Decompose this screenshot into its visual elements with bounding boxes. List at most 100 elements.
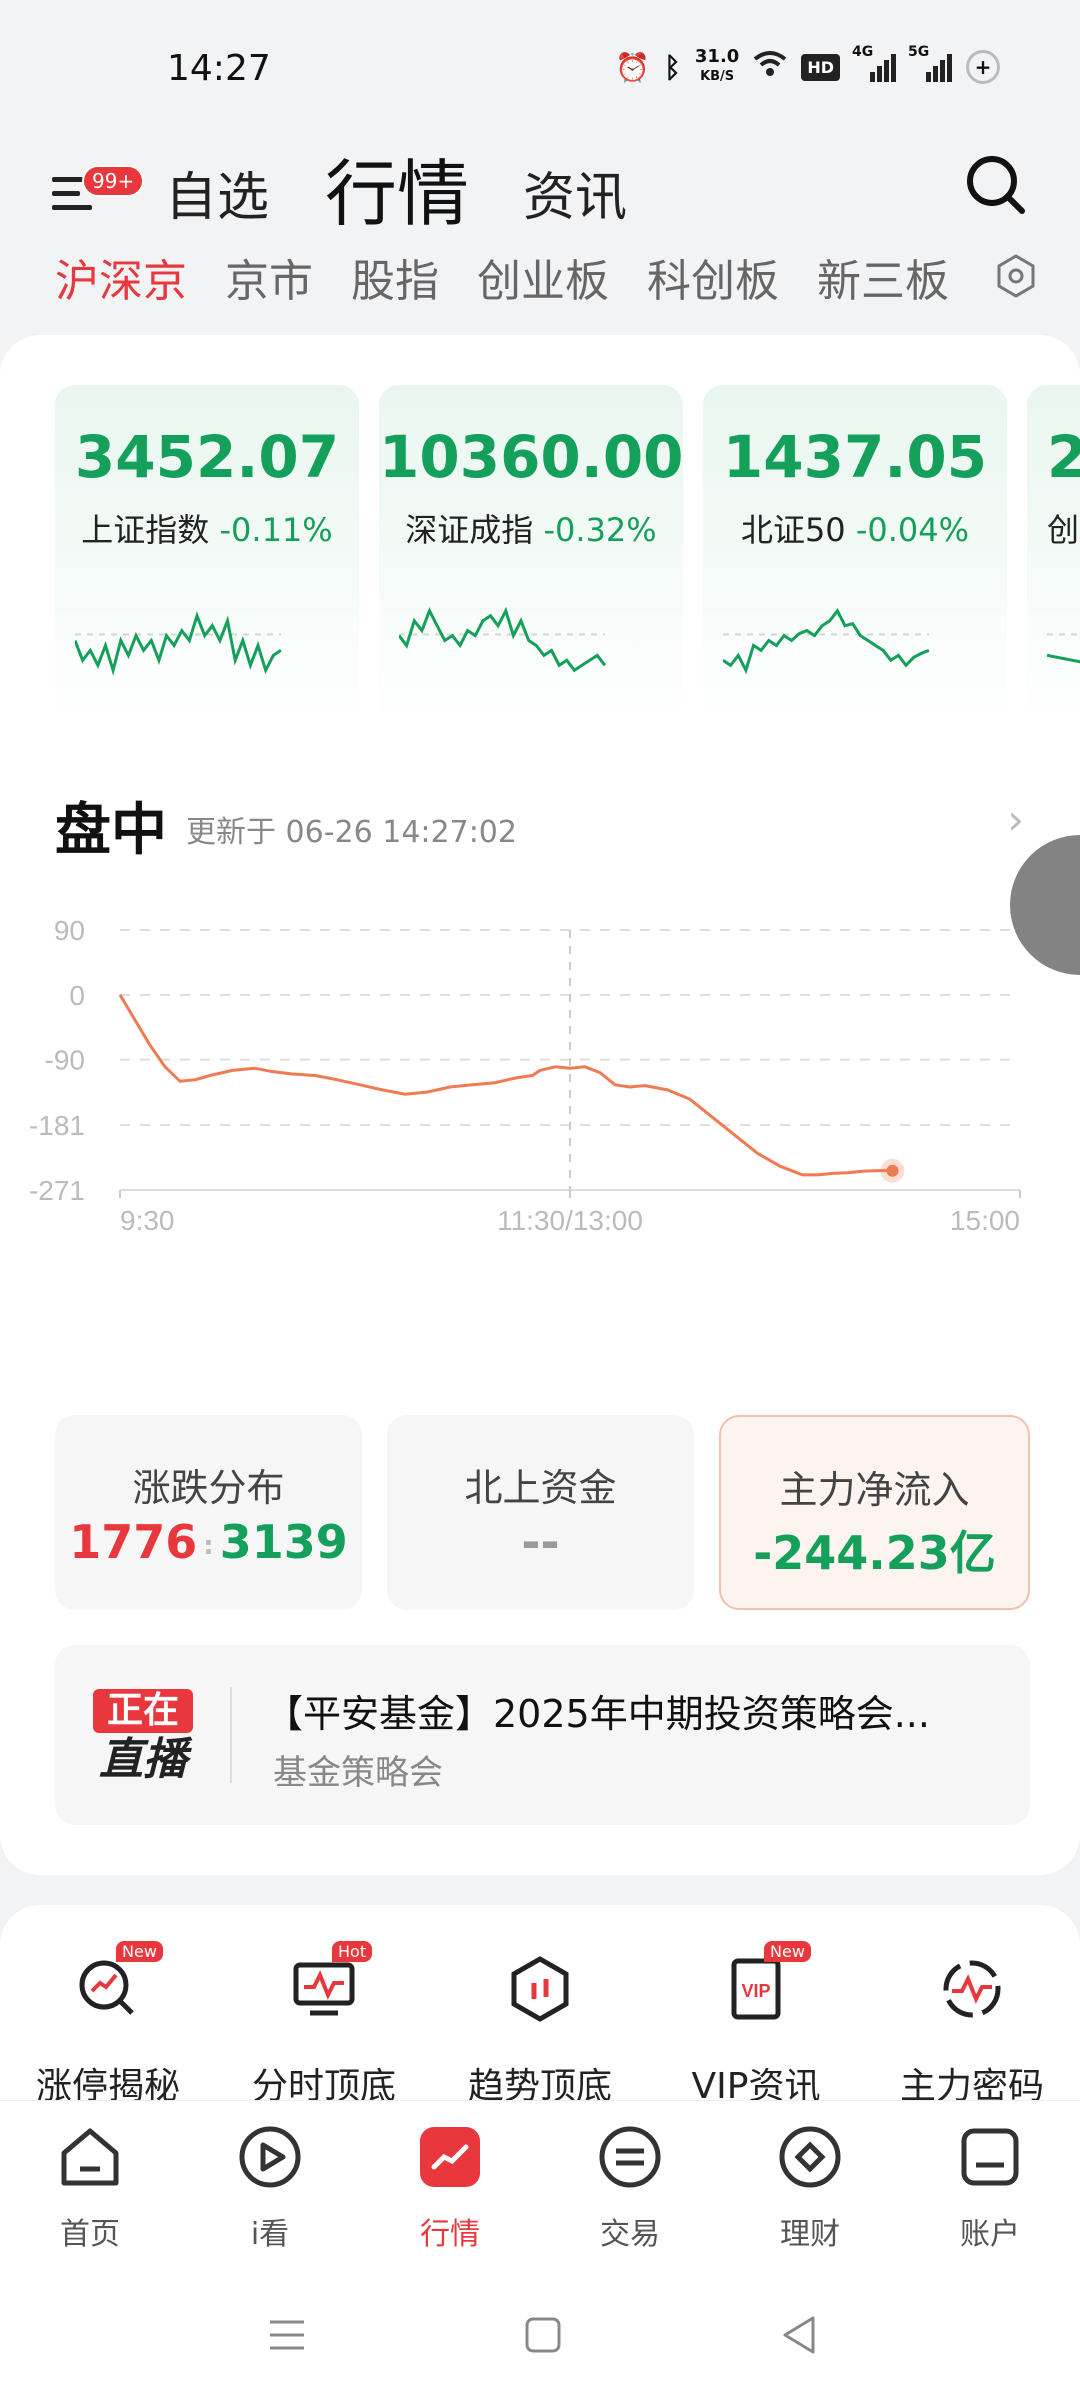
stat-main-inflow[interactable]: 主力净流入 -244.23亿	[719, 1415, 1030, 1610]
tab-market[interactable]: 行情	[325, 135, 469, 240]
alarm-icon: ⏰	[615, 50, 651, 84]
divider	[230, 1687, 232, 1783]
sparkline-series	[399, 606, 607, 673]
nav-label: 交易	[600, 2217, 660, 2252]
index-card-shanghai[interactable]: 3452.07 上证指数 -0.11%	[55, 385, 359, 725]
limit-up-search-icon	[79, 1960, 134, 2015]
y-tick-label: 0	[69, 980, 85, 1011]
notification-badge: 99+	[82, 165, 145, 197]
nav-i-watch[interactable]: i看	[180, 2101, 360, 2270]
vip-document-icon: VIP	[731, 1958, 781, 2020]
series-line	[118, 994, 893, 1177]
y-tick-label: -271	[29, 1175, 85, 1206]
index-value: 2	[1047, 423, 1080, 491]
index-name: 上证指数	[81, 511, 210, 549]
svg-text:VIP: VIP	[741, 1981, 770, 2001]
bottom-nav: 首页 i看 行情 交易 理财 账户	[0, 2100, 1080, 2270]
x-tick-label: 9:30	[120, 1205, 175, 1236]
hd-badge: HD	[801, 53, 840, 81]
index-value: 10360.00	[379, 423, 684, 491]
market-tab-bj[interactable]: 京市	[225, 245, 313, 315]
index-sparkline	[1047, 633, 1080, 664]
menu-button[interactable]: 99+	[52, 155, 145, 225]
feature-label: VIP资讯	[691, 2066, 821, 2105]
nav-market[interactable]: 行情	[360, 2101, 540, 2270]
search-icon	[967, 156, 1025, 214]
wealth-diamond-icon	[779, 2126, 841, 2188]
tab-settings-button[interactable]	[992, 252, 1040, 300]
index-value: 1437.05	[722, 423, 988, 491]
bluetooth-icon: ᛒ	[664, 50, 681, 84]
live-banner[interactable]: 正在 直播 【平安基金】2025年中期投资策略会... 基金策略会	[55, 1645, 1030, 1825]
account-icon	[961, 2128, 1019, 2186]
market-tab-star[interactable]: 科创板	[647, 245, 779, 315]
status-bar: 14:27 ⏰ ᛒ 31.0 KB/S HD 4G 5G +	[0, 0, 1080, 135]
market-tabs: 沪深京 京市 股指 创业板 科创板 新三板	[55, 245, 975, 315]
feature-tag: New	[764, 1941, 811, 1962]
live-badge: 正在 直播	[93, 1689, 193, 1787]
menu-lines-icon[interactable]	[262, 2310, 312, 2360]
tab-watchlist[interactable]: 自选	[165, 155, 269, 230]
index-card-shenzhen[interactable]: 10360.00 深证成指 -0.32%	[379, 385, 684, 725]
separator: :	[203, 1530, 214, 1561]
index-sparkline	[723, 607, 930, 675]
feature-limit-up[interactable]: New 涨停揭秘	[0, 1941, 216, 2105]
fund-flow-chart: 90 0 -90 -181 -271 9:30 11:30/13:00 15:00	[29, 915, 1021, 1236]
index-sparkline	[399, 606, 607, 673]
nav-wealth[interactable]: 理财	[720, 2101, 900, 2270]
signal-4g-icon: 4G	[852, 44, 896, 82]
market-tab-chinext[interactable]: 创业板	[477, 245, 609, 315]
nav-home[interactable]: 首页	[0, 2101, 180, 2270]
sparkline-series	[723, 607, 930, 675]
system-nav-bar	[0, 2270, 1080, 2400]
nav-account[interactable]: 账户	[900, 2101, 1080, 2270]
wifi-icon	[753, 50, 787, 85]
feature-vip-news[interactable]: VIP New VIP资讯	[648, 1941, 864, 2105]
market-tab-neeq[interactable]: 新三板	[817, 245, 949, 315]
y-tick-label: 90	[54, 915, 85, 946]
index-value: 3452.07	[74, 423, 340, 491]
back-triangle-icon[interactable]	[775, 2310, 825, 2360]
stat-rise-fall[interactable]: 涨跌分布 1776:3139	[55, 1415, 362, 1610]
market-tab-index[interactable]: 股指	[351, 245, 439, 315]
index-change: -0.04%	[855, 511, 970, 549]
index-card-bse50[interactable]: 1437.05 北证50 -0.04%	[703, 385, 1007, 725]
index-name: 北证50	[740, 511, 846, 549]
exchange-icon	[599, 2126, 661, 2188]
tab-news[interactable]: 资讯	[523, 155, 627, 230]
sparkline-series	[1047, 653, 1080, 664]
market-overview-card: 3452.07 上证指数 -0.11% 10360.00 深证成指 -0.32%…	[0, 335, 1080, 1875]
nav-label: 首页	[60, 2217, 120, 2252]
nav-label: i看	[250, 2217, 290, 2252]
chevron-right-icon[interactable]: ›	[1007, 795, 1024, 844]
feature-intraday-top-bottom[interactable]: Hot 分时顶底	[216, 1941, 432, 2105]
battery-icon: +	[966, 50, 1000, 84]
feature-label: 涨停揭秘	[35, 2066, 180, 2105]
nav-label: 理财	[780, 2217, 840, 2252]
live-subtitle: 基金策略会	[273, 1753, 443, 1793]
index-cards: 3452.07 上证指数 -0.11% 10360.00 深证成指 -0.32%…	[55, 385, 1080, 725]
last-point	[886, 1164, 899, 1177]
index-card-chinext[interactable]: 2 创	[1027, 385, 1080, 725]
search-button[interactable]	[964, 153, 1028, 217]
nav-trade[interactable]: 交易	[540, 2101, 720, 2270]
signal-5g-icon: 5G	[908, 44, 952, 82]
fall-count: 3139	[219, 1515, 348, 1569]
feature-main-force-code[interactable]: 主力密码	[864, 1955, 1080, 2105]
net-speed: 31.0 KB/S	[694, 46, 740, 85]
live-title: 【平安基金】2025年中期投资策略会...	[265, 1692, 930, 1736]
trend-hexagon-icon	[511, 1956, 569, 2022]
top-header: 99+ 自选 行情 资讯	[0, 135, 1080, 245]
section-title: 盘中	[55, 798, 167, 863]
feature-trend-top-bottom[interactable]: 趋势顶底	[432, 1955, 648, 2105]
stat-northbound[interactable]: 北上资金 --	[387, 1415, 694, 1610]
y-tick-label: -181	[29, 1110, 85, 1141]
market-chart-icon	[420, 2127, 480, 2187]
index-name: 创	[1047, 511, 1080, 549]
home-square-icon[interactable]	[518, 2310, 568, 2360]
update-time: 更新于 06-26 14:27:02	[186, 815, 517, 850]
monitor-chart-icon	[293, 1962, 355, 2016]
market-tab-hsj[interactable]: 沪深京	[55, 245, 187, 315]
stat-title: 涨跌分布	[132, 1466, 285, 1510]
pulse-circle-icon	[943, 1960, 1001, 2018]
